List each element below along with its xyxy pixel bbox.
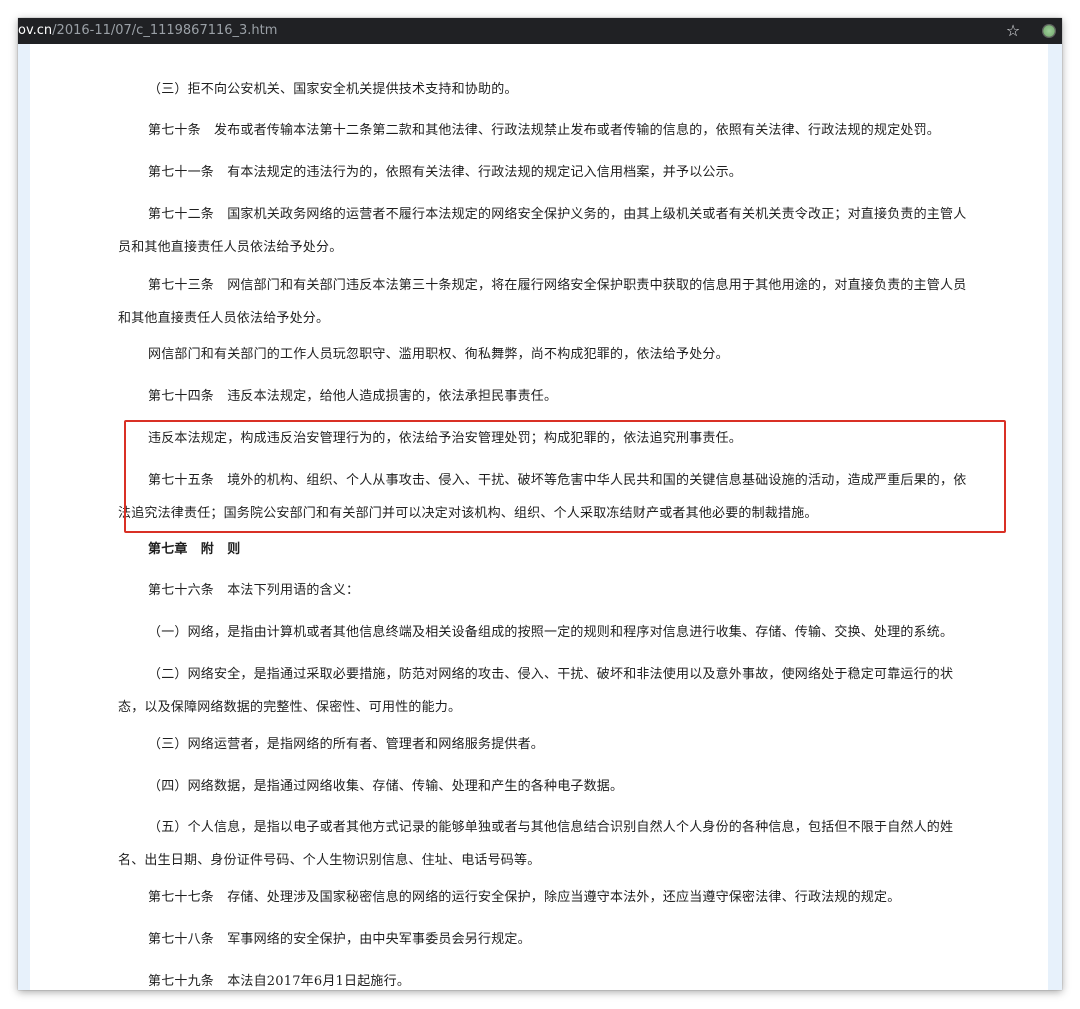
url-field[interactable]: ov.cn/2016-11/07/c_1119867116_3.htm bbox=[18, 18, 277, 44]
paragraph: 违反本法规定，构成违反治安管理行为的，依法给予治安管理处罚；构成犯罪的，依法追究… bbox=[148, 431, 743, 446]
paragraph: 第七十六条 本法下列用语的含义： bbox=[148, 583, 360, 598]
paragraph: （三）网络运营者，是指网络的所有者、管理者和网络服务提供者。 bbox=[148, 737, 545, 752]
browser-window: ov.cn/2016-11/07/c_1119867116_3.htm ☆ （三… bbox=[18, 18, 1062, 990]
chapter-heading: 第七章 附 则 bbox=[148, 542, 241, 557]
paragraph: （五）个人信息，是指以电子或者其他方式记录的能够单独或者与其他信息结合识别自然人… bbox=[118, 820, 954, 868]
paragraph: （二）网络安全，是指通过采取必要措施，防范对网络的攻击、侵入、干扰、破坏和非法使… bbox=[118, 667, 954, 715]
paragraph: 第七十八条 军事网络的安全保护，由中央军事委员会另行规定。 bbox=[148, 932, 531, 947]
paragraph: 第七十五条 境外的机构、组织、个人从事攻击、侵入、干扰、破坏等危害中华人民共和国… bbox=[118, 473, 967, 521]
address-bar: ov.cn/2016-11/07/c_1119867116_3.htm ☆ bbox=[18, 18, 1062, 44]
paragraph: 第七十条 发布或者传输本法第十二条第二款和其他法律、行政法规禁止发布或者传输的信… bbox=[148, 123, 941, 138]
extension-icon[interactable] bbox=[1042, 24, 1056, 38]
paragraph: 第七十四条 违反本法规定，给他人造成损害的，依法承担民事责任。 bbox=[148, 389, 558, 404]
paragraph: 第七十三条 网信部门和有关部门违反本法第三十条规定，将在履行网络安全保护职责中获… bbox=[118, 278, 967, 326]
paragraph: 第七十一条 有本法规定的违法行为的，依照有关法律、行政法规的规定记入信用档案，并… bbox=[148, 165, 743, 180]
paragraph: （三）拒不向公安机关、国家安全机关提供技术支持和协助的。 bbox=[148, 82, 518, 97]
paragraph: （四）网络数据，是指通过网络收集、存储、传输、处理和产生的各种电子数据。 bbox=[148, 779, 624, 794]
paragraph: 第七十二条 国家机关政务网络的运营者不履行本法规定的网络安全保护义务的，由其上级… bbox=[118, 207, 967, 255]
paragraph: 第七十九条 本法自2017年6月1日起施行。 bbox=[148, 974, 411, 989]
paragraph: （一）网络，是指由计算机或者其他信息终端及相关设备组成的按照一定的规则和程序对信… bbox=[148, 625, 954, 640]
paragraph: 第七十七条 存储、处理涉及国家秘密信息的网络的运行安全保护，除应当遵守本法外，还… bbox=[148, 890, 901, 905]
article-body: （三）拒不向公安机关、国家安全机关提供技术支持和协助的。 第七十条 发布或者传输… bbox=[30, 44, 1048, 990]
page-viewport[interactable]: （三）拒不向公安机关、国家安全机关提供技术支持和协助的。 第七十条 发布或者传输… bbox=[18, 44, 1062, 990]
star-icon[interactable]: ☆ bbox=[1004, 21, 1022, 41]
paragraph: 网信部门和有关部门的工作人员玩忽职守、滥用职权、徇私舞弊，尚不构成犯罪的，依法给… bbox=[148, 347, 729, 362]
url-host: ov.cn bbox=[18, 23, 53, 38]
url-path: /2016-11/07/c_1119867116_3.htm bbox=[52, 23, 278, 38]
